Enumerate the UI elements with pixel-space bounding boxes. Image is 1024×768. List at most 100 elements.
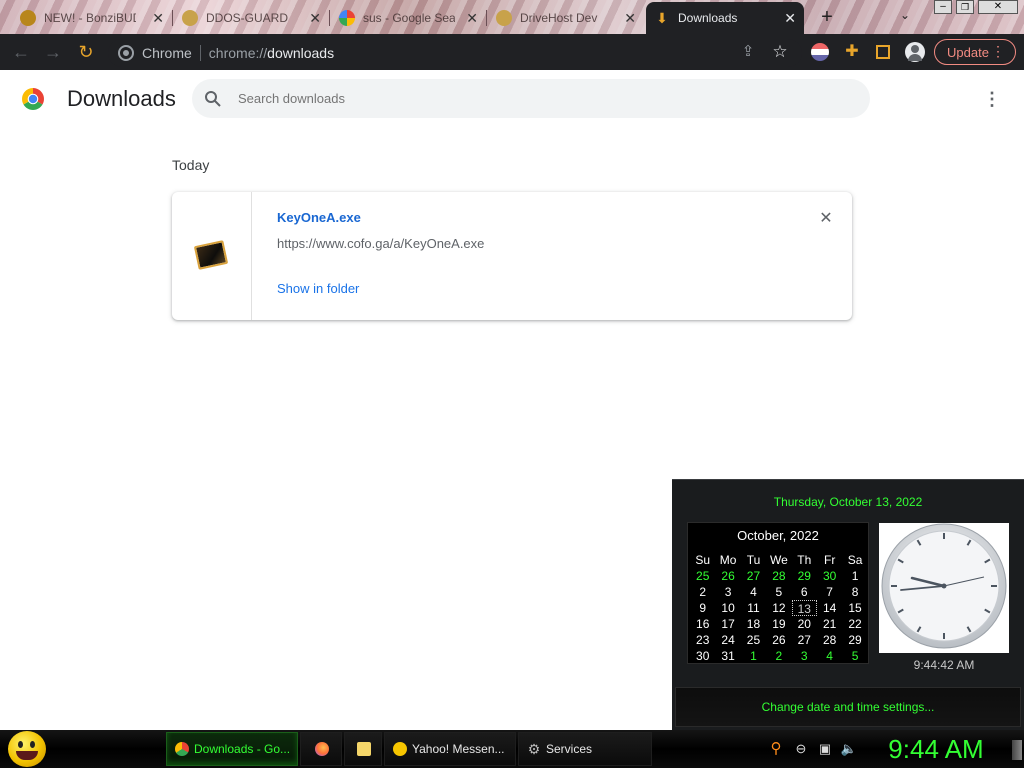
weekday-label: Mo xyxy=(719,553,737,567)
close-tab-icon[interactable]: ✕ xyxy=(784,10,796,27)
calendar-day[interactable]: 15 xyxy=(842,600,867,616)
calendar-day[interactable]: 17 xyxy=(715,616,740,632)
remove-from-list-icon[interactable]: ✕ xyxy=(817,210,835,228)
tab-downloads[interactable]: ⬇ Downloads ✕ xyxy=(646,2,804,34)
taskbar-item-folder[interactable] xyxy=(344,732,382,766)
taskbar-item-chrome[interactable]: Downloads - Go... xyxy=(166,732,298,766)
tab-drivehost[interactable]: DriveHost Dev ✕ xyxy=(488,2,644,34)
tab-ddos-guard[interactable]: DDOS-GUARD ✕ xyxy=(174,2,329,34)
calendar-day[interactable]: 26 xyxy=(766,632,791,648)
back-icon[interactable]: ← xyxy=(9,34,33,70)
taskbar-item-yahoo-messenger[interactable]: Yahoo! Messen... xyxy=(384,732,516,766)
profile-avatar[interactable] xyxy=(905,42,925,62)
search-tray-icon[interactable]: ⚲ xyxy=(767,740,785,758)
messenger-status-icon[interactable]: ⊖ xyxy=(792,740,810,758)
calendar-day[interactable]: 9 xyxy=(690,600,715,616)
tab-divider xyxy=(172,10,173,26)
file-icon-column xyxy=(172,192,252,320)
calendar-day-today[interactable]: 13 xyxy=(791,600,817,616)
calendar-day[interactable]: 1 xyxy=(741,648,766,664)
smiley-eye xyxy=(18,741,23,748)
taskbar-item-firefox[interactable] xyxy=(300,732,342,766)
minimize-icon[interactable]: – xyxy=(934,0,952,14)
reload-icon[interactable]: ↻ xyxy=(74,34,98,70)
calendar-day[interactable]: 28 xyxy=(817,632,842,648)
calendar-day[interactable]: 23 xyxy=(690,632,715,648)
calendar-day[interactable]: 30 xyxy=(817,568,842,584)
show-desktop-button[interactable] xyxy=(1012,740,1022,760)
chrome-logo-icon xyxy=(22,88,44,110)
file-name-link[interactable]: KeyOneA.exe xyxy=(277,210,361,225)
tab-bonzibuddy[interactable]: NEW! - BonziBUDDY ✕ xyxy=(12,2,172,34)
calendar-month-label[interactable]: October, 2022 xyxy=(688,528,868,543)
search-bar[interactable] xyxy=(192,79,870,118)
calendar-day[interactable]: 12 xyxy=(766,600,791,616)
close-tab-icon[interactable]: ✕ xyxy=(152,10,164,27)
calendar-day[interactable]: 20 xyxy=(792,616,817,632)
calendar-day[interactable]: 3 xyxy=(792,648,817,664)
change-date-time-button[interactable]: Change date and time settings... xyxy=(675,687,1021,727)
calendar-day[interactable]: 5 xyxy=(766,584,791,600)
calendar-day[interactable]: 26 xyxy=(715,568,740,584)
calendar-day[interactable]: 29 xyxy=(792,568,817,584)
calendar-day[interactable]: 5 xyxy=(842,648,867,664)
address-bar[interactable]: Chrome chrome:// downloads xyxy=(108,39,802,67)
show-in-folder-link[interactable]: Show in folder xyxy=(277,281,359,296)
calendar-day[interactable]: 19 xyxy=(766,616,791,632)
more-actions-icon[interactable]: ⋮ xyxy=(983,90,1001,108)
extension-profile-icon[interactable] xyxy=(811,43,829,61)
calendar-day[interactable]: 24 xyxy=(715,632,740,648)
tab-search-icon[interactable]: ⌄ xyxy=(897,8,913,24)
calendar-day[interactable]: 28 xyxy=(766,568,791,584)
calendar-day[interactable]: 18 xyxy=(741,616,766,632)
calendar-day[interactable]: 8 xyxy=(842,584,867,600)
update-button[interactable]: Update ⋮ xyxy=(934,39,1016,65)
calendar-day[interactable]: 4 xyxy=(817,648,842,664)
calendar-day[interactable]: 27 xyxy=(792,632,817,648)
flyout-full-date[interactable]: Thursday, October 13, 2022 xyxy=(672,495,1024,509)
gear-icon: ⚙ xyxy=(527,741,541,757)
forward-icon[interactable]: → xyxy=(41,34,65,70)
calendar-day[interactable]: 25 xyxy=(741,632,766,648)
calendar-day[interactable]: 30 xyxy=(690,648,715,664)
taskbar-item-label: Yahoo! Messen... xyxy=(412,742,505,756)
weekday-label: Tu xyxy=(746,553,761,567)
calendar-day[interactable]: 1 xyxy=(842,568,867,584)
volume-icon[interactable]: 🔈 xyxy=(840,740,858,758)
file-source-url[interactable]: https://www.cofo.ga/a/KeyOneA.exe xyxy=(277,236,484,251)
chrome-icon xyxy=(175,742,189,756)
calendar-day[interactable]: 16 xyxy=(690,616,715,632)
calendar-day[interactable]: 25 xyxy=(690,568,715,584)
calendar-day[interactable]: 27 xyxy=(741,568,766,584)
calendar-day[interactable]: 3 xyxy=(715,584,740,600)
close-window-icon[interactable]: ✕ xyxy=(978,0,1018,14)
extensions-puzzle-icon[interactable]: ✚ xyxy=(840,34,864,70)
close-tab-icon[interactable]: ✕ xyxy=(309,10,321,27)
start-button[interactable] xyxy=(8,731,46,767)
calendar-day[interactable]: 7 xyxy=(817,584,842,600)
side-panel-icon[interactable] xyxy=(876,45,890,59)
calendar-day[interactable]: 2 xyxy=(766,648,791,664)
new-tab-button[interactable]: + xyxy=(816,5,838,29)
taskbar-item-services[interactable]: ⚙ Services xyxy=(518,732,652,766)
calendar-day[interactable]: 11 xyxy=(741,600,766,616)
close-tab-icon[interactable]: ✕ xyxy=(624,10,636,27)
calendar-day[interactable]: 29 xyxy=(842,632,867,648)
calendar-day[interactable]: 21 xyxy=(817,616,842,632)
calendar-day[interactable]: 2 xyxy=(690,584,715,600)
network-icon[interactable]: ▣ xyxy=(816,740,834,758)
share-icon[interactable]: ⇪ xyxy=(736,34,760,70)
tab-google-search[interactable]: sus - Google Search ✕ xyxy=(331,2,486,34)
avatar-body xyxy=(908,54,922,61)
bookmark-star-icon[interactable]: ☆ xyxy=(768,34,792,70)
close-tab-icon[interactable]: ✕ xyxy=(466,10,478,27)
search-input[interactable] xyxy=(238,91,838,106)
calendar-day[interactable]: 6 xyxy=(792,584,817,600)
calendar-day[interactable]: 10 xyxy=(715,600,740,616)
taskbar-clock[interactable]: 9:44 AM xyxy=(868,733,1004,765)
calendar-day[interactable]: 14 xyxy=(817,600,842,616)
calendar-day[interactable]: 31 xyxy=(715,648,740,664)
calendar-day[interactable]: 4 xyxy=(741,584,766,600)
restore-icon[interactable]: ❐ xyxy=(956,0,974,14)
calendar-day[interactable]: 22 xyxy=(842,616,867,632)
